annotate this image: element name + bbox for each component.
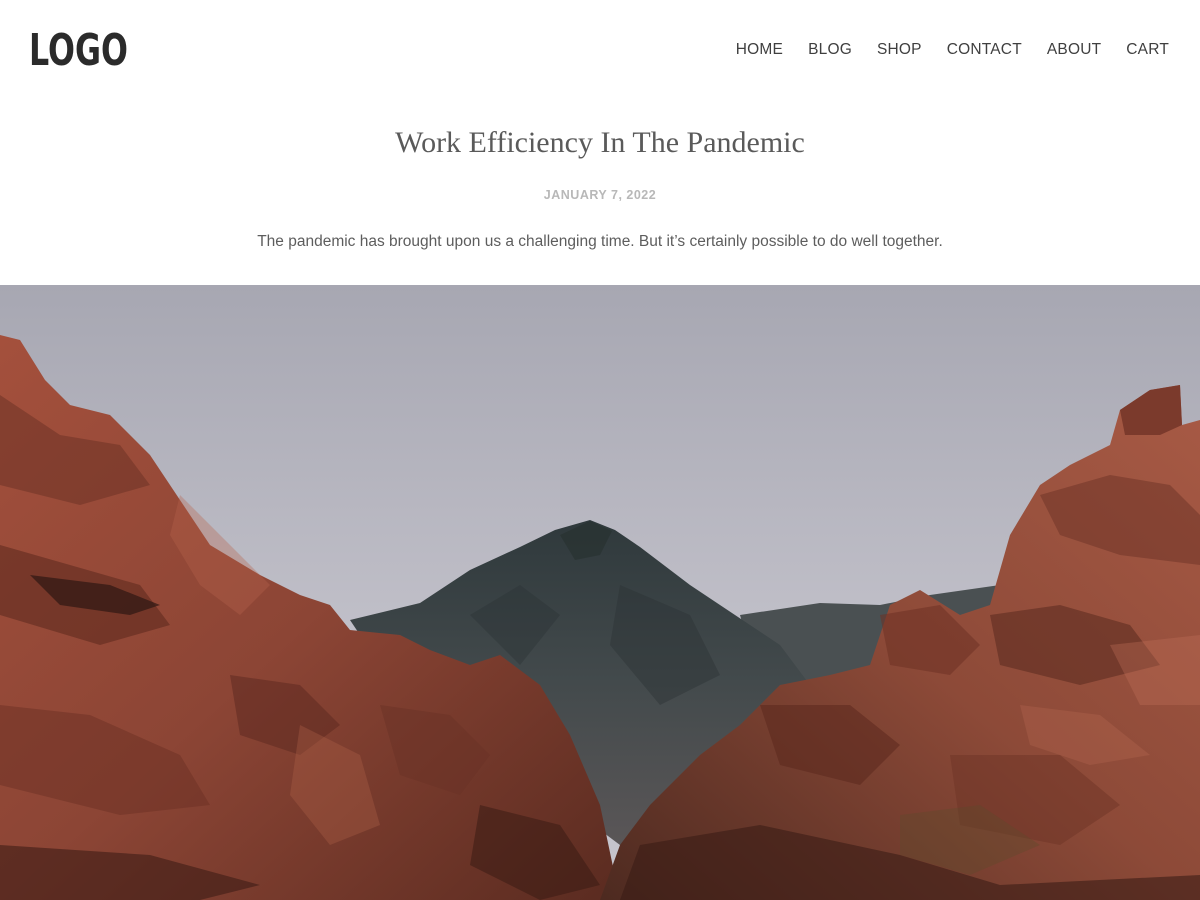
post-excerpt: The pandemic has brought upon us a chall… xyxy=(257,233,943,250)
main-nav: HOME BLOG SHOP CONTACT ABOUT CART xyxy=(736,40,1169,60)
nav-item-home: HOME xyxy=(736,40,783,60)
nav-item-about: ABOUT xyxy=(1047,40,1101,60)
post-title[interactable]: Work Efficiency In The Pandemic xyxy=(0,124,1200,162)
nav-link-contact[interactable]: CONTACT xyxy=(947,41,1022,58)
nav-item-cart: CART xyxy=(1126,40,1169,60)
nav-link-cart[interactable]: CART xyxy=(1126,41,1169,58)
nav-link-home[interactable]: HOME xyxy=(736,41,783,58)
nav-link-shop[interactable]: SHOP xyxy=(877,41,922,58)
nav-item-shop: SHOP xyxy=(877,40,922,60)
site-logo[interactable]: LOGO xyxy=(29,26,128,76)
post-date: JANUARY 7, 2022 xyxy=(543,188,657,202)
nav-item-contact: CONTACT xyxy=(947,40,1022,60)
nav-link-about[interactable]: ABOUT xyxy=(1047,41,1101,58)
desert-canyon-illustration xyxy=(0,285,1200,900)
nav-item-blog: BLOG xyxy=(808,40,852,60)
site-header: LOGO HOME BLOG SHOP CONTACT ABOUT CART xyxy=(0,0,1200,100)
nav-link-blog[interactable]: BLOG xyxy=(808,41,852,58)
hero-image xyxy=(0,285,1200,900)
